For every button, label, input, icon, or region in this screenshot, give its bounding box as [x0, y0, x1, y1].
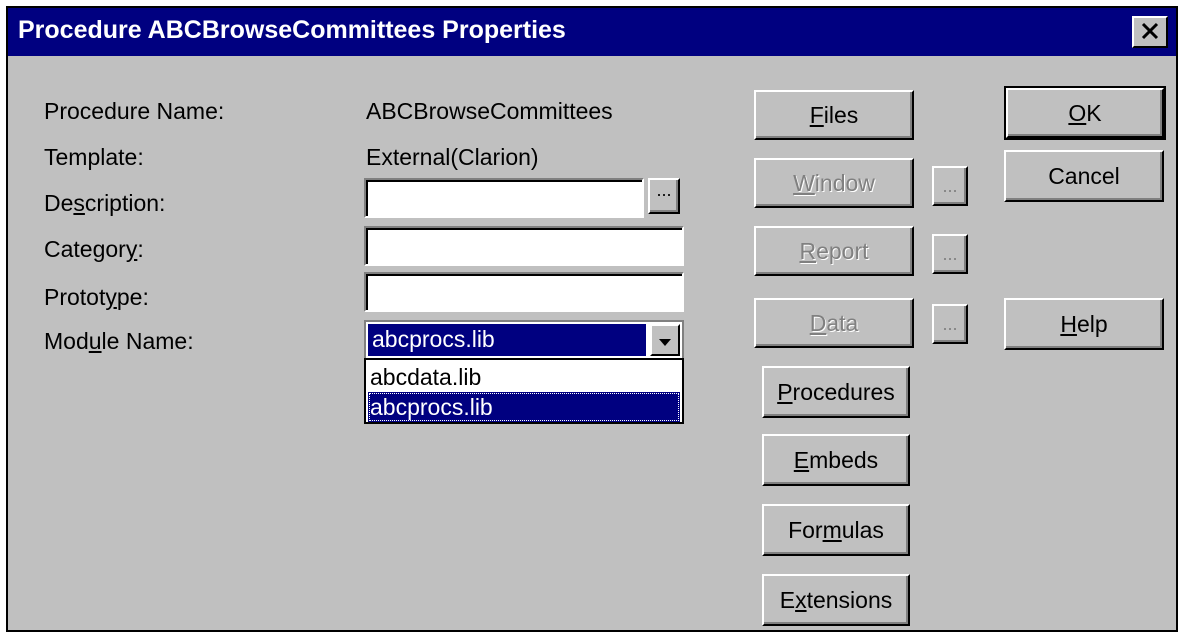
- module-name-dropdown-list: abcdata.lib abcprocs.lib: [364, 358, 684, 424]
- window-button[interactable]: Window: [754, 158, 914, 208]
- chevron-down-icon: [659, 339, 671, 346]
- prototype-label: Prototype:: [44, 284, 149, 310]
- dialog-title: Procedure ABCBrowseCommittees Properties: [18, 16, 566, 44]
- extensions-button[interactable]: Extensions: [762, 574, 910, 626]
- procedures-button[interactable]: Procedures: [762, 366, 910, 418]
- help-button[interactable]: Help: [1004, 298, 1164, 350]
- dropdown-arrow-button[interactable]: [650, 324, 680, 356]
- close-icon: [1141, 22, 1159, 40]
- ok-button[interactable]: OK: [1004, 86, 1166, 140]
- formulas-button[interactable]: Formulas: [762, 504, 910, 556]
- data-button[interactable]: Data: [754, 298, 914, 348]
- module-option-abcdata[interactable]: abcdata.lib: [368, 362, 680, 392]
- module-name-selected: abcprocs.lib: [368, 324, 646, 356]
- description-ellipsis-button[interactable]: ...: [648, 178, 680, 214]
- template-label: Template:: [44, 144, 144, 170]
- description-label: Description:: [44, 190, 166, 216]
- close-button[interactable]: [1132, 16, 1168, 48]
- module-option-abcprocs[interactable]: abcprocs.lib: [368, 392, 680, 422]
- prototype-field[interactable]: [364, 272, 684, 312]
- category-field[interactable]: [364, 226, 684, 266]
- data-ellipsis-button[interactable]: ...: [932, 304, 968, 344]
- module-name-label: Module Name:: [44, 328, 194, 354]
- report-ellipsis-button[interactable]: ...: [932, 234, 968, 274]
- embeds-button[interactable]: Embeds: [762, 434, 910, 486]
- report-button[interactable]: Report: [754, 226, 914, 276]
- window-ellipsis-button[interactable]: ...: [932, 166, 968, 206]
- module-name-combobox[interactable]: abcprocs.lib: [364, 320, 684, 360]
- properties-dialog: Procedure ABCBrowseCommittees Properties…: [6, 6, 1178, 632]
- procedure-name-label: Procedure Name:: [44, 98, 225, 124]
- title-bar[interactable]: Procedure ABCBrowseCommittees Properties: [8, 8, 1176, 56]
- template-value: External(Clarion): [366, 144, 539, 170]
- description-field[interactable]: [364, 178, 644, 218]
- cancel-button[interactable]: Cancel: [1004, 150, 1164, 202]
- files-button[interactable]: Files: [754, 90, 914, 140]
- procedure-name-value: ABCBrowseCommittees: [366, 98, 613, 124]
- category-label: Category:: [44, 236, 144, 262]
